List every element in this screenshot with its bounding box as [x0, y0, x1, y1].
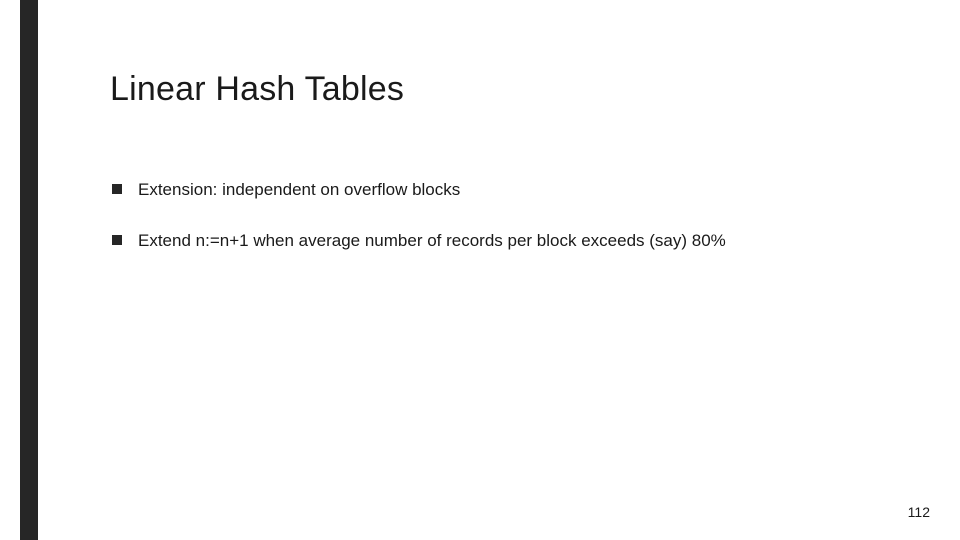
bullet-list: Extension: independent on overflow block…: [110, 179, 900, 253]
page-number: 112: [908, 504, 930, 520]
list-item: Extension: independent on overflow block…: [110, 179, 900, 202]
slide-body: Linear Hash Tables Extension: independen…: [0, 0, 960, 540]
page-title: Linear Hash Tables: [110, 70, 900, 109]
list-item: Extend n:=n+1 when average number of rec…: [110, 230, 900, 253]
